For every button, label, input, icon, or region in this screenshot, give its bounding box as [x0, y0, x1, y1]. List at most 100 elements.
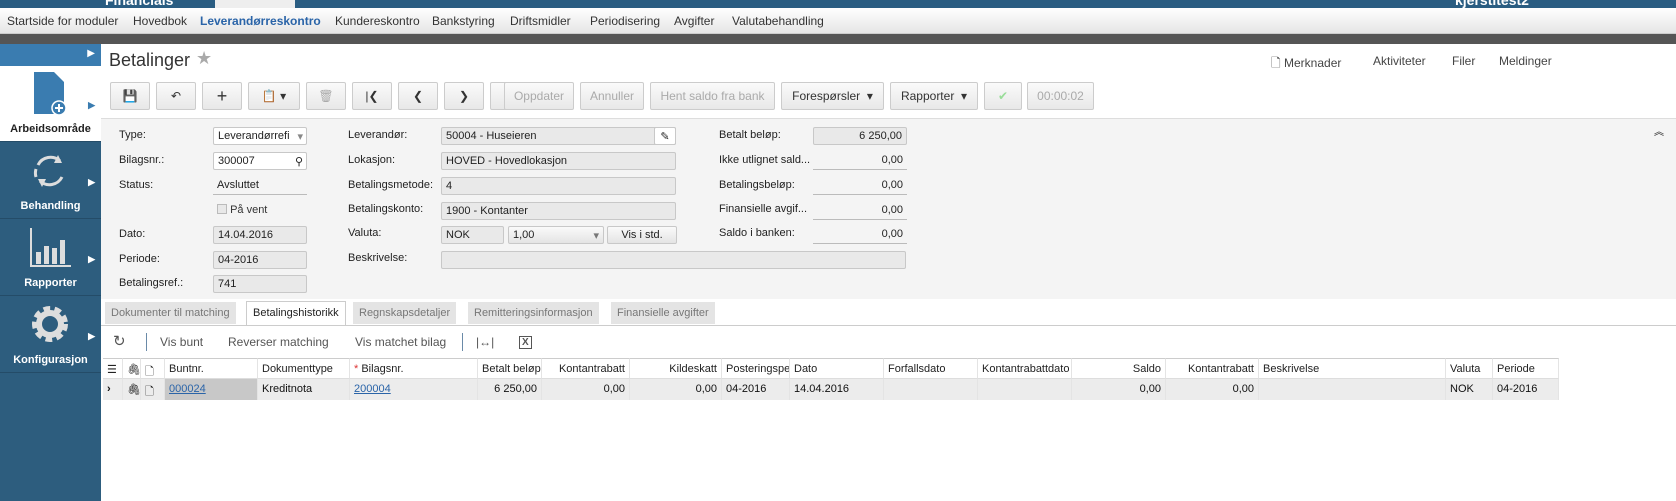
- menu-hovedbok[interactable]: Hovedbok: [133, 14, 187, 28]
- first-button[interactable]: |❮: [352, 82, 392, 110]
- divider: [462, 333, 463, 351]
- table-cell[interactable]: 200004: [350, 379, 478, 400]
- next-button[interactable]: ❯: [444, 82, 484, 110]
- column-header[interactable]: Kildeskatt: [630, 358, 722, 379]
- type-select[interactable]: Leverandørrefi ▾: [213, 127, 307, 145]
- favorite-star-icon[interactable]: ★: [196, 48, 212, 69]
- table-cell: 0,00: [1072, 379, 1166, 400]
- rapporter-dropdown[interactable]: Rapporter ▾: [890, 82, 978, 110]
- refresh-icon[interactable]: ↻: [113, 332, 126, 350]
- user-name[interactable]: kjerstitest2: [1455, 0, 1529, 8]
- sidebar-item-rapporter[interactable]: ▶ Rapporter: [0, 220, 101, 296]
- column-header[interactable]: Buntnr.: [165, 358, 258, 379]
- approve-button[interactable]: ✔: [984, 82, 1022, 110]
- next-icon: ❯: [458, 89, 470, 103]
- betalingskonto-field[interactable]: 1900 - Kontanter: [441, 202, 676, 220]
- add-button[interactable]: +: [202, 82, 242, 110]
- sidebar-toggle[interactable]: ▶: [0, 44, 101, 66]
- vis-i-std-button[interactable]: Vis i std.: [607, 226, 677, 244]
- betalt-belop-field: 6 250,00: [813, 127, 907, 145]
- column-header[interactable]: Dokumenttype: [258, 358, 350, 379]
- tab-betalingshistorikk[interactable]: Betalingshistorikk: [246, 301, 346, 325]
- dropdown-arrow-icon: ▾: [961, 89, 968, 103]
- attachment-icon[interactable]: 🖇: [123, 379, 141, 400]
- active-module-tab: [215, 0, 295, 8]
- meldinger-link[interactable]: Meldinger: [1499, 54, 1552, 68]
- table-cell: 6 250,00: [478, 379, 542, 400]
- column-header[interactable]: Beskrivelse: [1259, 358, 1446, 379]
- plus-icon: +: [216, 85, 228, 106]
- menu-bankstyring[interactable]: Bankstyring: [432, 14, 495, 28]
- tab-regnskapsdetaljer[interactable]: Regnskapsdetaljer: [353, 302, 457, 324]
- column-header[interactable]: Forfallsdato: [884, 358, 978, 379]
- menu-periodisering[interactable]: Periodisering: [590, 14, 660, 28]
- undo-icon: ↶: [170, 89, 182, 103]
- tab-remitteringsinformasjon[interactable]: Remitteringsinformasjon: [468, 302, 599, 324]
- save-button[interactable]: 💾: [110, 82, 150, 110]
- betalingsref-field[interactable]: 741: [213, 275, 307, 293]
- prev-button[interactable]: ❮: [398, 82, 438, 110]
- valuta-field[interactable]: NOK: [441, 226, 504, 244]
- excel-export-icon[interactable]: X: [519, 336, 532, 349]
- row-settings-icon[interactable]: ☰: [103, 358, 123, 379]
- merknader-link[interactable]: 🗋 Merknader: [1271, 54, 1341, 75]
- app-title: Financials: [105, 0, 174, 8]
- foresporsler-dropdown[interactable]: Forespørsler ▾: [781, 82, 884, 110]
- annuller-button[interactable]: Annuller: [580, 82, 644, 110]
- column-header[interactable]: Betalt beløp: [478, 358, 542, 379]
- cell-link[interactable]: 200004: [354, 383, 391, 395]
- dropdown-arrow-icon: ▾: [593, 230, 599, 242]
- edit-button[interactable]: ✎: [654, 127, 676, 145]
- delete-button[interactable]: 🗑: [306, 82, 346, 110]
- aktiviteter-link[interactable]: Aktiviteter: [1373, 54, 1426, 68]
- column-header[interactable]: Kontantrabatt: [542, 358, 630, 379]
- new-document-icon: [34, 72, 67, 116]
- reverser-matching-button[interactable]: Reverser matching: [228, 335, 329, 349]
- note-icon[interactable]: 🗋: [141, 379, 165, 400]
- menu-valutabehandling[interactable]: Valutabehandling: [732, 14, 824, 28]
- filer-link[interactable]: Filer: [1452, 54, 1475, 68]
- column-header[interactable]: Saldo: [1072, 358, 1166, 379]
- dato-field[interactable]: 14.04.2016: [213, 226, 307, 244]
- sidebar-item-konfigurasjon[interactable]: ▶ Konfigurasjon: [0, 297, 101, 373]
- menu-startside[interactable]: Startside for moduler: [7, 14, 118, 28]
- sidebar-item-behandling[interactable]: ▶ Behandling: [0, 143, 101, 219]
- hent-saldo-button[interactable]: Hent saldo fra bank: [650, 82, 775, 110]
- menu-avgifter[interactable]: Avgifter: [674, 14, 714, 28]
- column-header[interactable]: Valuta: [1446, 358, 1493, 379]
- save-icon: 💾: [122, 89, 138, 103]
- oppdater-button[interactable]: Oppdater: [504, 82, 574, 110]
- menu-leverandorreskontro[interactable]: Leverandørreskontro: [200, 14, 321, 28]
- paste-button[interactable]: 📋 ▾: [248, 82, 300, 110]
- cell-link[interactable]: 000024: [169, 383, 206, 395]
- menu-kundereskontro[interactable]: Kundereskontro: [335, 14, 420, 28]
- column-header[interactable]: Kontantrabatt: [1166, 358, 1259, 379]
- module-menu: Startside for moduler Hovedbok Leverandø…: [0, 8, 1676, 34]
- bilagsnr-input[interactable]: 300007 ⚲: [213, 152, 307, 170]
- lokasjon-field[interactable]: HOVED - Hovedlokasjon: [441, 152, 676, 170]
- beskrivelse-field[interactable]: [441, 251, 906, 269]
- table-cell: 0,00: [1166, 379, 1259, 400]
- column-header[interactable]: Kontantrabattdato: [978, 358, 1072, 379]
- undo-button[interactable]: ↶: [156, 82, 196, 110]
- vis-bunt-button[interactable]: Vis bunt: [160, 335, 203, 349]
- fit-columns-icon[interactable]: |↔|: [476, 335, 494, 349]
- table-cell[interactable]: 000024: [165, 379, 258, 400]
- vis-matchet-bilag-button[interactable]: Vis matchet bilag: [355, 335, 446, 349]
- leverandor-field[interactable]: 50004 - Huseieren: [441, 127, 676, 145]
- column-header[interactable]: Posteringsperiode: [722, 358, 790, 379]
- chevron-right-icon: ▶: [88, 254, 95, 264]
- column-header[interactable]: * Bilagsnr.: [350, 358, 478, 379]
- column-header[interactable]: Dato: [790, 358, 884, 379]
- column-header[interactable]: Periode: [1493, 358, 1559, 379]
- menu-driftsmidler[interactable]: Driftsmidler: [510, 14, 571, 28]
- sidebar-item-arbeidsomrade[interactable]: ▶ Arbeidsområde: [0, 66, 101, 142]
- kurs-select[interactable]: 1,00 ▾: [508, 226, 604, 244]
- betalingsmetode-field[interactable]: 4: [441, 177, 676, 195]
- collapse-icon[interactable]: ︽: [1654, 123, 1664, 138]
- pa-vent-checkbox[interactable]: På vent: [217, 204, 267, 216]
- tab-dokumenter-til-matching[interactable]: Dokumenter til matching: [105, 302, 236, 324]
- periode-field[interactable]: 04-2016: [213, 251, 307, 269]
- tab-finansielle-avgifter[interactable]: Finansielle avgifter: [611, 302, 715, 324]
- chevron-right-icon: ▶: [88, 331, 95, 341]
